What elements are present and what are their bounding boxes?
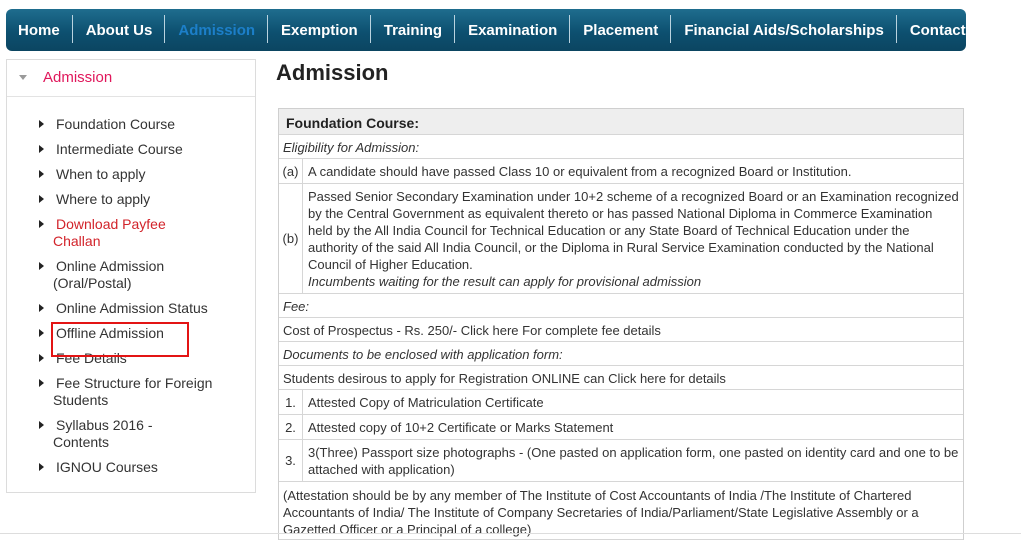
nav-exemption[interactable]: Exemption (268, 9, 371, 51)
sidebar-item-online-admission[interactable]: Online Admission (Oral/Postal) (7, 258, 255, 292)
nav-placement[interactable]: Placement (570, 9, 672, 51)
eligibility-b-note: Incumbents waiting for the result can ap… (308, 274, 702, 289)
sidebar-item-syllabus-2016[interactable]: Syllabus 2016 - Contents (7, 417, 255, 451)
attestation-note: (Attestation should be by any member of … (279, 482, 963, 540)
row-text: A candidate should have passed Class 10 … (308, 164, 852, 179)
triangle-right-icon (39, 120, 44, 128)
triangle-right-icon (39, 354, 44, 362)
triangle-right-icon (39, 304, 44, 312)
documents-label: Documents to be enclosed with applicatio… (279, 342, 963, 366)
nav-contact[interactable]: Contact (897, 9, 979, 51)
eligibility-b-text: Passed Senior Secondary Examination unde… (308, 189, 959, 272)
sidebar-item-when-to-apply[interactable]: When to apply (7, 166, 255, 183)
eligibility-row: (a) A candidate should have passed Class… (279, 159, 963, 184)
nav-about-us[interactable]: About Us (73, 9, 166, 51)
row-number: 3. (279, 440, 303, 481)
online-text[interactable]: Students desirous to apply for Registrat… (279, 366, 963, 390)
sidebar: Admission Foundation Course Intermediate… (6, 59, 256, 493)
sidebar-item-where-to-apply[interactable]: Where to apply (7, 191, 255, 208)
nav-financial-aids[interactable]: Financial Aids/Scholarships (671, 9, 897, 51)
sidebar-item-ignou-courses[interactable]: IGNOU Courses (7, 459, 255, 476)
nav-admission[interactable]: Admission (165, 9, 268, 51)
bottom-divider (0, 533, 1021, 534)
sidebar-item-foundation-course[interactable]: Foundation Course (7, 116, 255, 133)
page-title: Admission (276, 60, 389, 85)
nav-home[interactable]: Home (6, 9, 73, 51)
fee-text[interactable]: Cost of Prospectus - Rs. 250/- Click her… (279, 318, 963, 342)
sidebar-title: Admission (43, 69, 113, 86)
content-table: Foundation Course: Eligibility for Admis… (278, 108, 964, 540)
sidebar-item-offline-admission[interactable]: Offline Admission (7, 325, 255, 342)
document-row: 1. Attested Copy of Matriculation Certif… (279, 390, 963, 415)
triangle-right-icon (39, 421, 44, 429)
top-nav: Home About Us Admission Exemption Traini… (6, 9, 966, 51)
sidebar-item-online-admission-status[interactable]: Online Admission Status (7, 300, 255, 317)
row-text: Attested copy of 10+2 Certificate or Mar… (308, 420, 614, 435)
triangle-right-icon (39, 195, 44, 203)
triangle-right-icon (39, 220, 44, 228)
sidebar-item-fee-structure-foreign[interactable]: Fee Structure for Foreign Students (7, 375, 255, 409)
row-number: 2. (279, 415, 303, 439)
eligibility-label: Eligibility for Admission: (279, 135, 963, 159)
sidebar-item-label: Fee Structure for Foreign Students (53, 375, 213, 408)
sidebar-item-fee-details[interactable]: Fee Details (7, 350, 255, 367)
document-row: 3. 3(Three) Passport size photographs - … (279, 440, 963, 482)
triangle-right-icon (39, 329, 44, 337)
sidebar-item-download-payfee-challan[interactable]: Download Payfee Challan (7, 216, 255, 250)
fee-label: Fee: (279, 294, 963, 318)
row-text: Passed Senior Secondary Examination unde… (303, 184, 963, 293)
triangle-right-icon (39, 145, 44, 153)
caret-down-icon (19, 75, 27, 80)
section-heading: Foundation Course: (279, 109, 963, 135)
triangle-right-icon (39, 170, 44, 178)
sidebar-item-label: Online Admission (Oral/Postal) (53, 258, 165, 291)
nav-training[interactable]: Training (371, 9, 456, 51)
triangle-right-icon (39, 262, 44, 270)
row-text: 3(Three) Passport size photographs - (On… (308, 445, 959, 477)
row-number: (a) (279, 159, 303, 183)
sidebar-item-label: Download Payfee Challan (53, 216, 166, 249)
document-row: 2. Attested copy of 10+2 Certificate or … (279, 415, 963, 440)
nav-examination[interactable]: Examination (455, 9, 571, 51)
triangle-right-icon (39, 379, 44, 387)
sidebar-item-label: Syllabus 2016 - Contents (53, 417, 153, 450)
sidebar-item-intermediate-course[interactable]: Intermediate Course (7, 141, 255, 158)
sidebar-list: Foundation Course Intermediate Course Wh… (7, 116, 255, 484)
row-number: 1. (279, 390, 303, 414)
sidebar-header[interactable]: Admission (7, 60, 255, 97)
row-number: (b) (279, 184, 303, 293)
eligibility-row: (b) Passed Senior Secondary Examination … (279, 184, 963, 294)
triangle-right-icon (39, 463, 44, 471)
row-text: Attested Copy of Matriculation Certifica… (308, 395, 544, 410)
